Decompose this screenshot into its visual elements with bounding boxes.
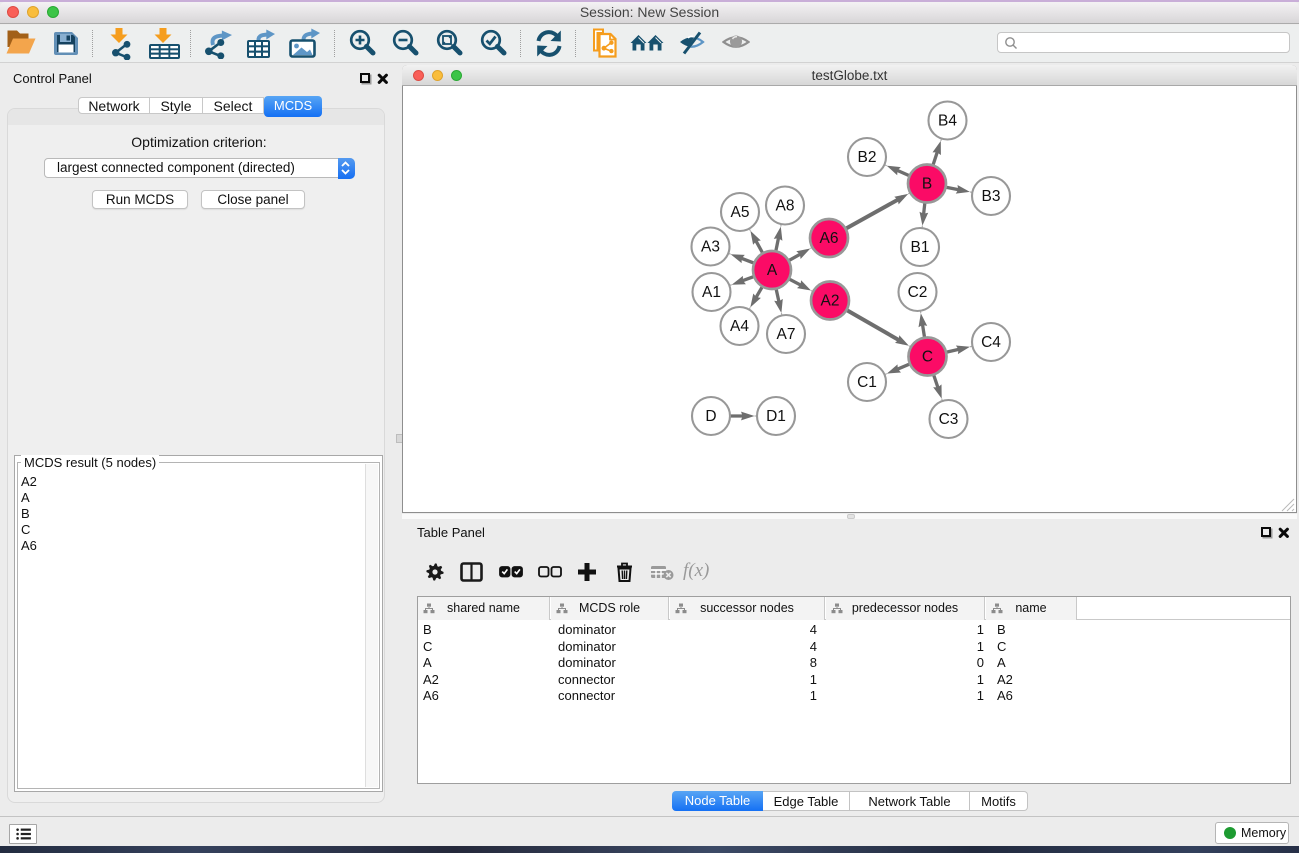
svg-text:B3: B3 — [982, 188, 1001, 205]
svg-text:A7: A7 — [777, 326, 796, 343]
svg-text:A8: A8 — [776, 198, 795, 215]
svg-text:A6: A6 — [820, 230, 839, 247]
svg-text:C2: C2 — [908, 284, 928, 301]
svg-text:C3: C3 — [939, 411, 959, 428]
svg-text:A3: A3 — [701, 239, 720, 256]
svg-text:C4: C4 — [981, 334, 1001, 351]
svg-text:B: B — [922, 176, 932, 193]
svg-text:B4: B4 — [938, 113, 957, 130]
svg-text:A5: A5 — [731, 204, 750, 221]
svg-text:C: C — [922, 349, 933, 366]
svg-text:A1: A1 — [702, 284, 721, 301]
svg-text:D1: D1 — [766, 408, 786, 425]
svg-text:B2: B2 — [858, 149, 877, 166]
svg-text:C1: C1 — [857, 374, 877, 391]
svg-text:A4: A4 — [730, 318, 749, 335]
svg-text:A: A — [767, 262, 778, 279]
svg-text:D: D — [705, 408, 716, 425]
svg-text:A2: A2 — [821, 293, 840, 310]
svg-text:B1: B1 — [911, 239, 930, 256]
